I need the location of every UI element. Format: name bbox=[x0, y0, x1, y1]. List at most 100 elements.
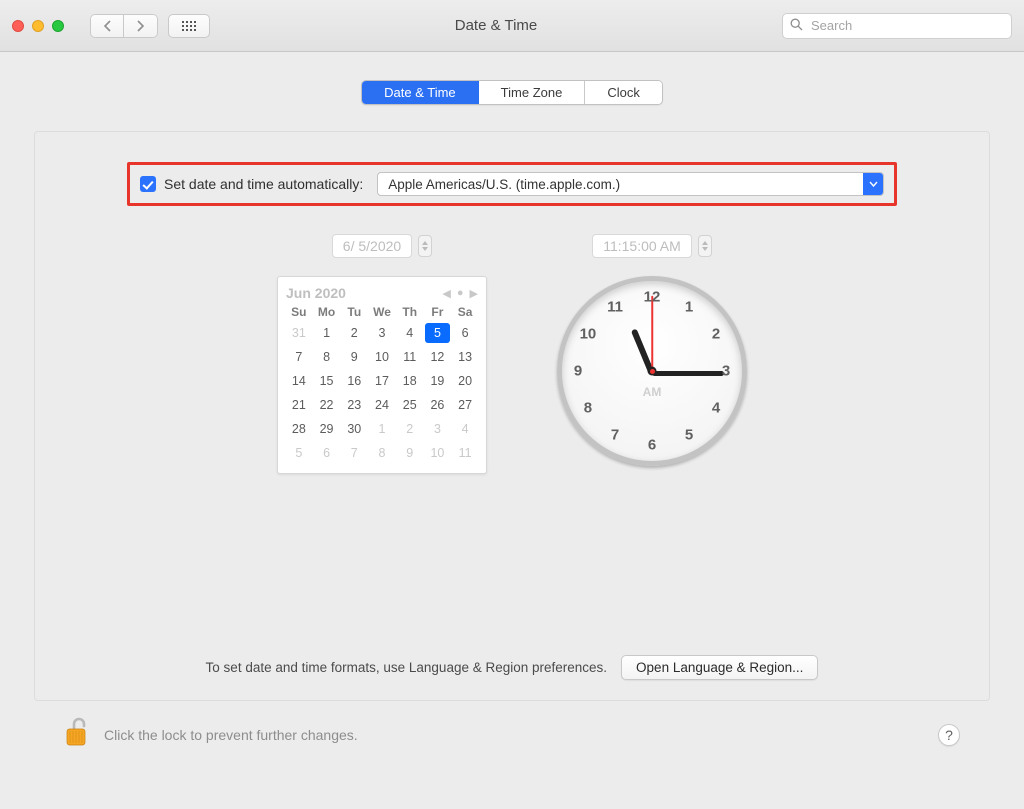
date-stepper[interactable] bbox=[418, 235, 432, 257]
calendar-day[interactable]: 3 bbox=[369, 323, 395, 343]
calendar-day[interactable]: 15 bbox=[314, 371, 340, 391]
calendar-day[interactable]: 1 bbox=[369, 419, 395, 439]
auto-set-row: Set date and time automatically: Apple A… bbox=[127, 162, 897, 206]
tab-clock[interactable]: Clock bbox=[585, 81, 662, 104]
calendar-day[interactable]: 21 bbox=[286, 395, 312, 415]
calendar-day[interactable]: 11 bbox=[452, 443, 478, 463]
calendar-next-icon[interactable]: ▶ bbox=[470, 287, 478, 300]
calendar-day[interactable]: 2 bbox=[341, 323, 367, 343]
calendar-day[interactable]: 14 bbox=[286, 371, 312, 391]
help-button[interactable]: ? bbox=[938, 724, 960, 746]
clock-number: 1 bbox=[685, 298, 693, 315]
clock-number: 11 bbox=[607, 298, 623, 315]
calendar-dow: Sa bbox=[452, 305, 478, 319]
clock-number: 4 bbox=[712, 400, 720, 417]
search-input[interactable] bbox=[782, 13, 1012, 39]
auto-set-label: Set date and time automatically: bbox=[164, 176, 363, 192]
calendar-day[interactable]: 9 bbox=[341, 347, 367, 367]
calendar: Jun 2020 ◀ ● ▶ SuMoTuWeThFrSa31123456789… bbox=[277, 276, 487, 474]
lock-icon[interactable] bbox=[64, 717, 90, 752]
calendar-day[interactable]: 28 bbox=[286, 419, 312, 439]
clock-number: 9 bbox=[574, 363, 582, 380]
calendar-today-icon[interactable]: ● bbox=[457, 287, 464, 299]
clock-number: 2 bbox=[712, 326, 720, 343]
calendar-dow: Su bbox=[286, 305, 312, 319]
calendar-day[interactable]: 6 bbox=[314, 443, 340, 463]
clock-minute-hand bbox=[652, 371, 724, 376]
clock-number: 3 bbox=[722, 363, 730, 380]
calendar-day[interactable]: 11 bbox=[397, 347, 423, 367]
clock-number: 5 bbox=[685, 427, 693, 444]
calendar-day[interactable]: 13 bbox=[452, 347, 478, 367]
calendar-day[interactable]: 24 bbox=[369, 395, 395, 415]
calendar-day[interactable]: 27 bbox=[452, 395, 478, 415]
calendar-day[interactable]: 1 bbox=[314, 323, 340, 343]
analog-clock: AM 121234567891011 bbox=[557, 276, 747, 466]
search-icon bbox=[790, 18, 803, 34]
calendar-nav: ◀ ● ▶ bbox=[442, 287, 478, 300]
calendar-month-label: Jun 2020 bbox=[286, 285, 346, 301]
calendar-day[interactable]: 17 bbox=[369, 371, 395, 391]
time-stepper[interactable] bbox=[698, 235, 712, 257]
tab-time-zone[interactable]: Time Zone bbox=[479, 81, 586, 104]
calendar-day[interactable]: 4 bbox=[452, 419, 478, 439]
window-controls bbox=[12, 20, 64, 32]
chevron-right-icon bbox=[136, 20, 145, 32]
calendar-day[interactable]: 5 bbox=[425, 323, 451, 343]
calendar-day[interactable]: 25 bbox=[397, 395, 423, 415]
calendar-day[interactable]: 8 bbox=[314, 347, 340, 367]
zoom-window-button[interactable] bbox=[52, 20, 64, 32]
calendar-day[interactable]: 20 bbox=[452, 371, 478, 391]
date-field[interactable]: 6/ 5/2020 bbox=[332, 234, 412, 258]
clock-number: 10 bbox=[580, 326, 597, 343]
calendar-dow: Mo bbox=[314, 305, 340, 319]
preferences-panel: Set date and time automatically: Apple A… bbox=[34, 131, 990, 701]
calendar-day[interactable]: 29 bbox=[314, 419, 340, 439]
format-hint: To set date and time formats, use Langua… bbox=[206, 660, 608, 675]
calendar-day[interactable]: 30 bbox=[341, 419, 367, 439]
calendar-day[interactable]: 26 bbox=[425, 395, 451, 415]
calendar-day[interactable]: 10 bbox=[425, 443, 451, 463]
forward-button[interactable] bbox=[124, 14, 158, 38]
calendar-prev-icon[interactable]: ◀ bbox=[442, 287, 450, 300]
calendar-dow: We bbox=[369, 305, 395, 319]
time-server-combo[interactable]: Apple Americas/U.S. (time.apple.com.) bbox=[377, 172, 884, 196]
calendar-dow: Fr bbox=[425, 305, 451, 319]
clock-number: 12 bbox=[644, 289, 661, 306]
calendar-day[interactable]: 31 bbox=[286, 323, 312, 343]
calendar-day[interactable]: 7 bbox=[341, 443, 367, 463]
calendar-day[interactable]: 22 bbox=[314, 395, 340, 415]
time-field[interactable]: 11:15:00 AM bbox=[592, 234, 692, 258]
window-title: Date & Time bbox=[220, 17, 772, 34]
calendar-day[interactable]: 6 bbox=[452, 323, 478, 343]
calendar-day[interactable]: 10 bbox=[369, 347, 395, 367]
nav-back-forward bbox=[90, 14, 158, 38]
lock-hint: Click the lock to prevent further change… bbox=[104, 727, 358, 743]
calendar-day[interactable]: 19 bbox=[425, 371, 451, 391]
toolbar: Date & Time bbox=[0, 0, 1024, 52]
back-button[interactable] bbox=[90, 14, 124, 38]
open-language-region-button[interactable]: Open Language & Region... bbox=[621, 655, 818, 680]
calendar-day[interactable]: 23 bbox=[341, 395, 367, 415]
calendar-day[interactable]: 2 bbox=[397, 419, 423, 439]
close-window-button[interactable] bbox=[12, 20, 24, 32]
grid-icon bbox=[182, 21, 196, 31]
calendar-day[interactable]: 8 bbox=[369, 443, 395, 463]
show-all-button[interactable] bbox=[168, 14, 210, 38]
calendar-day[interactable]: 3 bbox=[425, 419, 451, 439]
calendar-day[interactable]: 9 bbox=[397, 443, 423, 463]
calendar-day[interactable]: 12 bbox=[425, 347, 451, 367]
clock-center bbox=[648, 367, 657, 376]
clock-number: 6 bbox=[648, 437, 656, 454]
calendar-day[interactable]: 7 bbox=[286, 347, 312, 367]
auto-set-checkbox[interactable] bbox=[140, 176, 156, 192]
minimize-window-button[interactable] bbox=[32, 20, 44, 32]
calendar-day[interactable]: 5 bbox=[286, 443, 312, 463]
calendar-day[interactable]: 16 bbox=[341, 371, 367, 391]
tab-date-time[interactable]: Date & Time bbox=[362, 81, 479, 104]
chevron-down-icon bbox=[863, 173, 883, 195]
time-server-value: Apple Americas/U.S. (time.apple.com.) bbox=[388, 177, 620, 192]
clock-ampm: AM bbox=[643, 385, 662, 399]
calendar-day[interactable]: 18 bbox=[397, 371, 423, 391]
calendar-day[interactable]: 4 bbox=[397, 323, 423, 343]
